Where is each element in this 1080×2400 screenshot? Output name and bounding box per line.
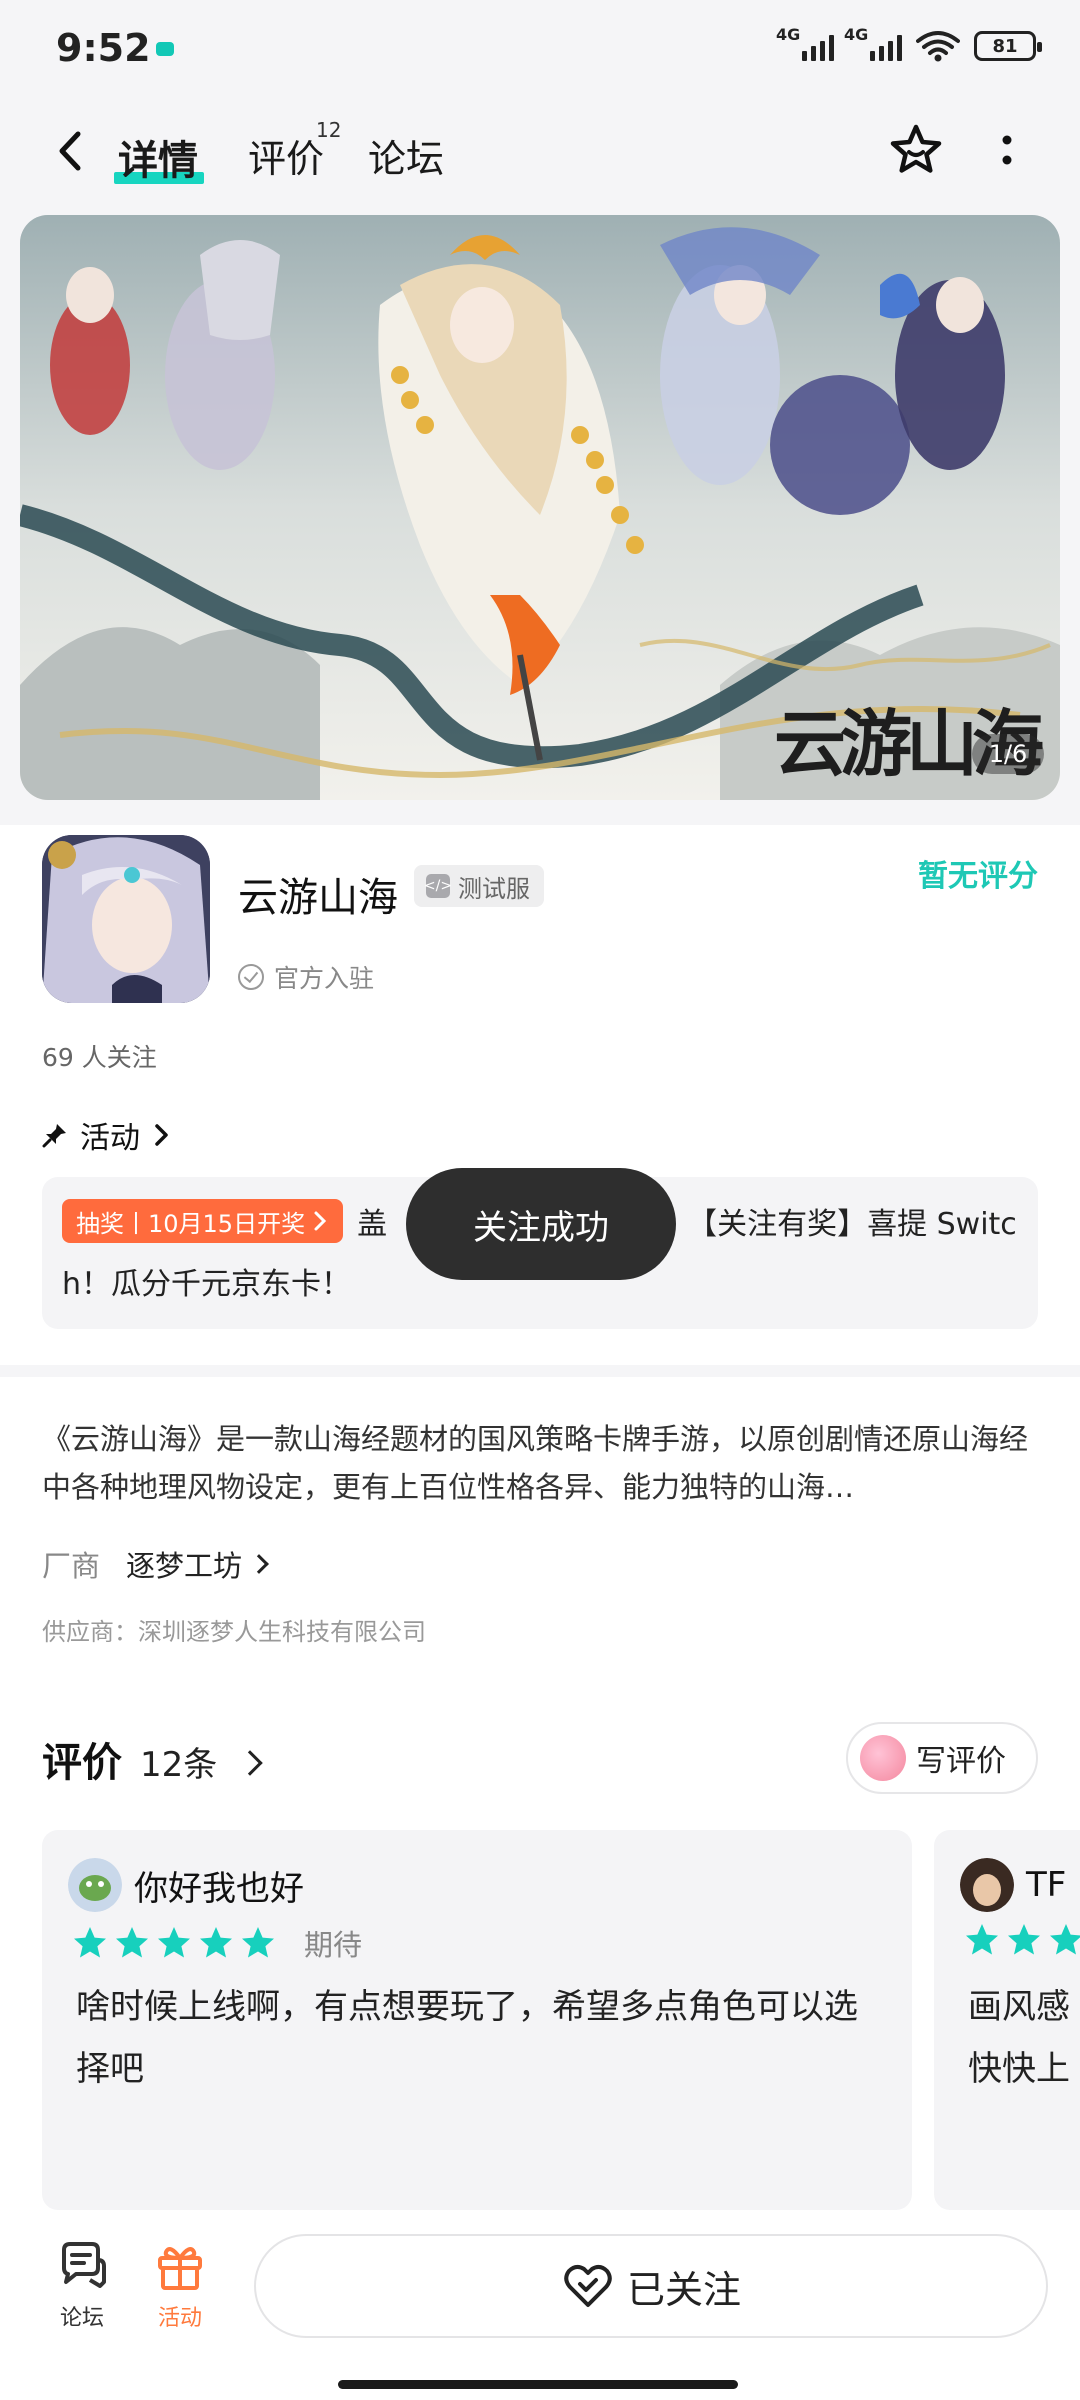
reviews-header[interactable]: 评价 12条 bbox=[42, 1730, 263, 1788]
write-review-label: 写评价 bbox=[916, 1744, 1006, 1779]
status-bar: 9:52 4G 4G 81 bbox=[0, 0, 1080, 100]
star-favorite-icon[interactable] bbox=[888, 122, 944, 178]
supplier-info: 供应商：深圳逐梦人生科技有限公司 bbox=[42, 1618, 426, 1646]
heart-check-icon bbox=[564, 2264, 612, 2307]
banner-page-counter: 1/6 bbox=[972, 734, 1044, 774]
activity-title-start: 盖 bbox=[357, 1207, 388, 1242]
tab-reviews[interactable]: 评价 bbox=[248, 128, 324, 183]
vendor-row[interactable]: 厂商 逐梦工坊 bbox=[42, 1543, 269, 1585]
reviews-title: 评价 bbox=[42, 1740, 122, 1786]
reviews-count: 12条 bbox=[140, 1745, 218, 1785]
game-banner-carousel[interactable]: 云游山海 1/6 bbox=[20, 215, 1060, 800]
star-filled-icon bbox=[1050, 1924, 1080, 1955]
reviewer-name: 你好我也好 bbox=[134, 1868, 304, 1909]
status-icons: 4G 4G 81 bbox=[776, 25, 1042, 62]
tab-reviews-badge: 12 bbox=[316, 118, 342, 142]
back-arrow-icon[interactable] bbox=[50, 126, 90, 176]
activity-title-end: 【关注有奖】喜提 Switc bbox=[687, 1207, 1017, 1242]
test-server-badge: </> 测试服 bbox=[414, 865, 544, 907]
more-vertical-icon[interactable] bbox=[992, 130, 1022, 174]
gift-icon bbox=[158, 2247, 202, 2290]
review-rating: 期待 bbox=[72, 1922, 362, 1964]
tab-details[interactable]: 详情 bbox=[118, 128, 198, 186]
forum-button[interactable]: 论坛 bbox=[42, 2238, 122, 2332]
chevron-right-icon bbox=[237, 1750, 263, 1776]
battery-level: 81 bbox=[992, 35, 1018, 57]
star-filled-icon bbox=[158, 1927, 190, 1958]
code-icon: </> bbox=[424, 874, 452, 898]
toast-message: 关注成功 bbox=[406, 1168, 676, 1280]
forum-label: 论坛 bbox=[59, 2306, 104, 2331]
review-tag: 期待 bbox=[304, 1928, 363, 1962]
signal-icon-2: 4G bbox=[844, 25, 902, 61]
star-filled-icon bbox=[1008, 1924, 1040, 1955]
activity-label: 活动 bbox=[157, 2306, 202, 2331]
followed-button[interactable]: 已关注 bbox=[254, 2234, 1048, 2338]
review-card[interactable]: 你好我也好 期待 啥时候上线啊，有点想要玩了，希望多点角色可以选择吧 bbox=[42, 1830, 912, 2210]
reviewer-avatar bbox=[960, 1858, 1014, 1912]
reviewer-avatar bbox=[68, 1858, 122, 1912]
chevron-right-icon bbox=[249, 1554, 269, 1574]
review-text: 画风感 快快上 bbox=[968, 1987, 1070, 2089]
review-text: 啥时候上线啊，有点想要玩了，希望多点角色可以选择吧 bbox=[76, 1987, 858, 2089]
star-filled-icon bbox=[116, 1927, 148, 1958]
star-filled-icon bbox=[966, 1924, 998, 1955]
review-card[interactable]: TF 画风感 快快上 bbox=[934, 1830, 1080, 2210]
status-time: 9:52 bbox=[56, 26, 151, 70]
forum-chat-icon bbox=[62, 2242, 106, 2288]
lottery-tag-label: 抽奖丨10月15日开奖 bbox=[76, 1209, 306, 1238]
wifi-icon bbox=[916, 31, 960, 62]
activity-heading: 活动 bbox=[80, 1121, 140, 1156]
vendor-name: 逐梦工坊 bbox=[126, 1549, 243, 1583]
rating-status: 暂无评分 bbox=[918, 859, 1038, 894]
game-description[interactable]: 《云游山海》是一款山海经题材的国风策略卡牌手游，以原创剧情还原山海经中各种地理风… bbox=[42, 1415, 1042, 1511]
chevron-right-icon bbox=[314, 1211, 327, 1231]
check-circle-icon bbox=[238, 964, 264, 990]
pin-icon bbox=[42, 1124, 66, 1148]
test-server-label: 测试服 bbox=[458, 874, 530, 903]
write-review-button[interactable]: 写评价 bbox=[846, 1722, 1038, 1794]
reviewer-name: TF bbox=[1026, 1865, 1067, 1905]
star-filled-icon bbox=[242, 1927, 274, 1958]
activity-button[interactable]: 活动 bbox=[140, 2238, 220, 2332]
game-info-section: 云游山海 </> 测试服 暂无评分 官方入驻 69 人关注 活动 抽奖丨10月1… bbox=[0, 825, 1080, 1365]
lottery-tag: 抽奖丨10月15日开奖 bbox=[62, 1199, 344, 1243]
battery-icon: 81 bbox=[974, 31, 1042, 61]
follower-count: 69 人关注 bbox=[42, 1043, 157, 1072]
notification-app-icon bbox=[156, 42, 174, 56]
activity-header[interactable]: 活动 bbox=[42, 1113, 172, 1157]
official-verified: 官方入驻 bbox=[238, 959, 374, 995]
official-label: 官方入驻 bbox=[274, 964, 375, 993]
signal-type-label-2: 4G bbox=[844, 25, 869, 44]
tab-forum[interactable]: 论坛 bbox=[368, 128, 444, 183]
section-divider bbox=[0, 1365, 1080, 1377]
activity-title-line2: h！瓜分千元京东卡！ bbox=[62, 1267, 352, 1302]
bottom-action-bar: 论坛 活动 已关注 bbox=[0, 2210, 1080, 2400]
home-indicator[interactable] bbox=[338, 2380, 738, 2389]
followed-label: 已关注 bbox=[626, 2267, 741, 2312]
top-nav-bar: 详情 评价 12 论坛 bbox=[0, 100, 1080, 205]
signal-icon: 4G bbox=[776, 25, 834, 61]
star-filled-icon bbox=[74, 1927, 106, 1958]
signal-type-label: 4G bbox=[776, 25, 801, 44]
user-avatar bbox=[860, 1735, 906, 1781]
star-filled-icon bbox=[200, 1927, 232, 1958]
vendor-label: 厂商 bbox=[42, 1549, 101, 1583]
banner-area: 云游山海 1/6 bbox=[0, 205, 1080, 825]
game-app-icon bbox=[42, 835, 210, 1003]
review-rating bbox=[964, 1922, 1080, 1958]
game-title: 云游山海 bbox=[238, 875, 398, 921]
chevron-right-icon bbox=[155, 1124, 168, 1146]
